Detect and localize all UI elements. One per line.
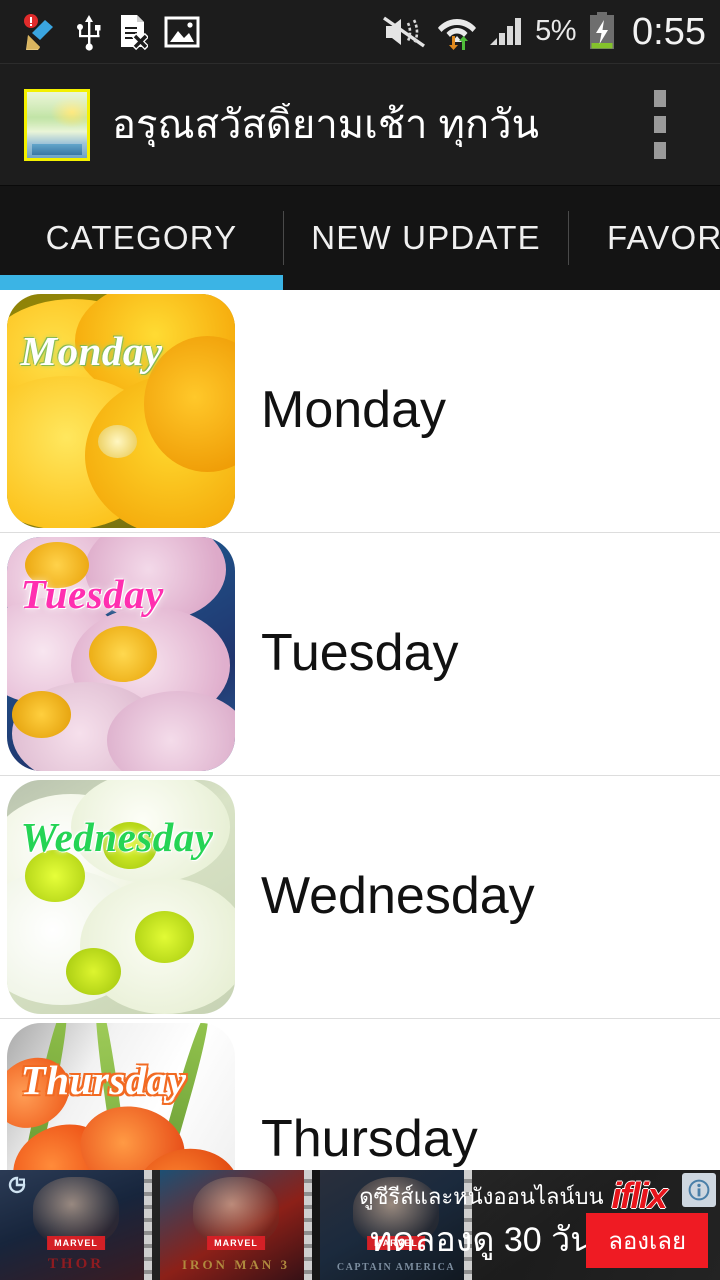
ad-poster-title: IRON MAN 3: [182, 1257, 290, 1272]
marvel-badge: MARVEL: [207, 1236, 265, 1250]
sound-mute-vibrate-icon: [383, 16, 426, 47]
adchoices-icon[interactable]: [4, 1172, 30, 1198]
list-item-label: Monday: [261, 381, 446, 440]
app-screen: 5% 0:55 อรุณสวัสดิ์ยามเช้า ทุกวัน CATEGO…: [0, 0, 720, 1280]
thumbnail-caption: Tuesday: [20, 570, 164, 617]
ad-offer-text: ทดลองดู 30 วัน: [370, 1221, 594, 1259]
cellular-signal-icon: [490, 17, 522, 45]
table-row[interactable]: Wednesday Wednesday: [0, 776, 720, 1019]
page-title: อรุณสวัสดิ์ยามเช้า ทุกวัน: [112, 102, 539, 147]
list-item-label: Thursday: [261, 1110, 478, 1169]
tab-bar: CATEGORY NEW UPDATE FAVOR: [0, 186, 720, 290]
tab-active-indicator: [0, 275, 283, 290]
status-bar-clock: 0:55: [632, 10, 706, 53]
thumbnail-wednesday[interactable]: Wednesday: [7, 780, 235, 1014]
ad-cta-button[interactable]: ลองเลย: [586, 1213, 708, 1268]
ad-headline: ดูซีรีส์และหนังออนไลน์บน: [359, 1183, 604, 1209]
tab-new-update-label: NEW UPDATE: [311, 219, 541, 256]
thumbnail-caption: Thursday: [20, 1056, 187, 1103]
ad-banner[interactable]: MARVEL THOR MARVEL IRON MAN 3 MARVEL CAP…: [0, 1170, 720, 1280]
thumbnail-caption: Wednesday: [20, 813, 214, 860]
thumbnail-thursday[interactable]: Thursday: [7, 1023, 235, 1170]
list-item-label: Tuesday: [261, 624, 459, 683]
ad-poster-title: THOR: [47, 1256, 105, 1272]
status-bar: 5% 0:55: [0, 0, 720, 64]
ad-info-icon[interactable]: [682, 1173, 716, 1207]
thumbnail-monday[interactable]: Monday: [7, 294, 235, 528]
wifi-data-icon: [438, 18, 477, 50]
battery-percent-label: 5%: [535, 15, 577, 47]
image-icon: [164, 16, 200, 47]
tab-favorite[interactable]: FAVOR: [569, 186, 720, 290]
app-logo-icon: [24, 88, 90, 161]
status-bar-left-icons: [22, 13, 200, 51]
tab-category-label: CATEGORY: [45, 219, 238, 256]
category-list[interactable]: Monday Monday Tuesday Tuesday Wednesday …: [0, 290, 720, 1170]
tab-new-update[interactable]: NEW UPDATE: [284, 186, 568, 290]
thumbnail-tuesday[interactable]: Tuesday: [7, 537, 235, 771]
ad-content: ดูซีรีส์และหนังออนไลน์บน iflix ทดลองดู 3…: [359, 1170, 720, 1280]
action-bar: อรุณสวัสดิ์ยามเช้า ทุกวัน: [0, 64, 720, 186]
battery-charging-icon: [590, 11, 615, 49]
ad-poster: MARVEL IRON MAN 3: [160, 1170, 312, 1280]
marvel-badge: MARVEL: [47, 1236, 105, 1250]
table-row[interactable]: Monday Monday: [0, 290, 720, 533]
usb-icon: [77, 14, 101, 51]
table-row[interactable]: Thursday Thursday: [0, 1019, 720, 1170]
table-row[interactable]: Tuesday Tuesday: [0, 533, 720, 776]
ad-headline-row: ดูซีรีส์และหนังออนไลน์บน iflix: [359, 1175, 667, 1216]
document-error-icon: [121, 14, 148, 50]
tab-favorite-label: FAVOR: [607, 219, 720, 256]
iflix-logo: iflix: [611, 1175, 667, 1216]
thumbnail-caption: Monday: [20, 327, 163, 374]
list-item-label: Wednesday: [261, 867, 535, 926]
status-bar-right-icons: 5% 0:55: [382, 10, 706, 53]
cleaner-broom-icon: [24, 13, 53, 50]
overflow-menu-icon[interactable]: [632, 75, 688, 175]
